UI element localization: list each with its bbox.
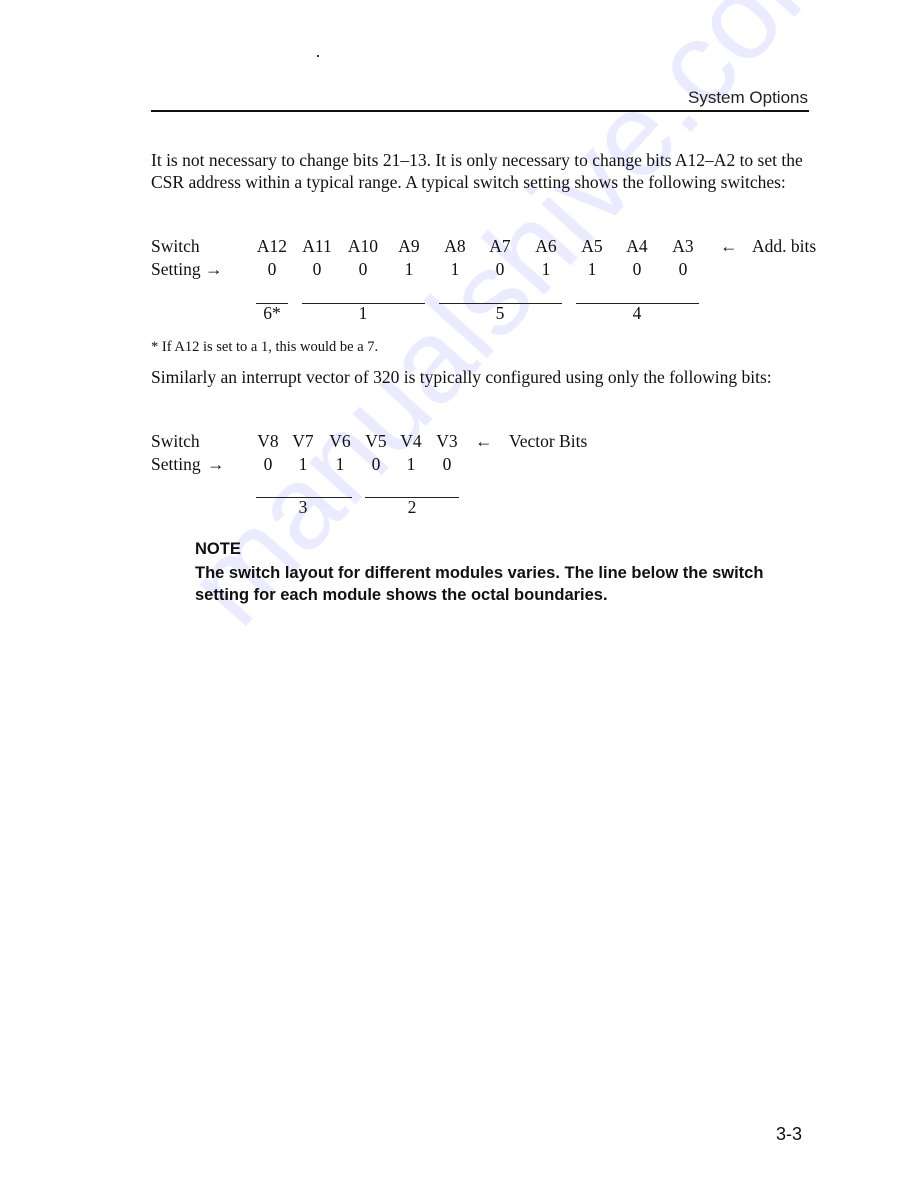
- address-bit-setting: 0: [632, 259, 642, 279]
- address-bit-label: A7: [489, 236, 511, 256]
- vector-bit-setting: 1: [406, 454, 416, 474]
- address-bit-setting: 1: [587, 259, 597, 279]
- address-bit-label: A3: [672, 236, 694, 256]
- vector-bit-label: V4: [400, 431, 422, 451]
- address-bit-label: A6: [535, 236, 557, 256]
- vector-bit-setting: 0: [442, 454, 452, 474]
- vector-bit-setting: 0: [371, 454, 381, 474]
- address-bits-caption: Add. bits: [752, 236, 817, 256]
- octal-digit: 6*: [263, 303, 281, 323]
- vector-bit-setting: 1: [335, 454, 345, 474]
- paragraph-2: Similarly an interrupt vector of 320 is …: [151, 367, 772, 387]
- address-bit-setting: 1: [541, 259, 551, 279]
- address-bit-label: A10: [347, 236, 379, 256]
- running-head-title: System Options: [688, 88, 808, 107]
- right-arrow-icon: →: [207, 454, 225, 474]
- vector-bit-label: V8: [257, 431, 279, 451]
- address-bit-label: A12: [256, 236, 288, 256]
- address-bit-label: A8: [444, 236, 466, 256]
- switch-row-label: Switch: [151, 236, 200, 256]
- vector-bit-label: V6: [329, 431, 351, 451]
- address-bit-setting: 0: [495, 259, 505, 279]
- octal-digit: 2: [407, 497, 417, 517]
- vector-bit-setting: 1: [298, 454, 308, 474]
- address-bit-setting: 1: [404, 259, 414, 279]
- address-bit-label: A4: [626, 236, 648, 256]
- vector-bit-setting: 0: [263, 454, 273, 474]
- octal-digit: 3: [298, 497, 308, 517]
- vector-bits-caption: Vector Bits: [509, 431, 588, 451]
- note-text: The switch layout for different modules …: [195, 564, 764, 604]
- address-bit-setting: 0: [358, 259, 368, 279]
- setting-row-label: Setting: [151, 454, 201, 474]
- header-rule: [151, 110, 809, 112]
- page-number: 3-3: [776, 1124, 803, 1144]
- address-bit-setting: 1: [450, 259, 460, 279]
- footnote: * If A12 is set to a 1, this would be a …: [151, 339, 379, 355]
- octal-digit: 4: [632, 303, 642, 323]
- paragraph-1: It is not necessary to change bits 21–13…: [151, 150, 803, 192]
- setting-row-label: Setting →: [151, 259, 223, 279]
- octal-digit: 5: [495, 303, 505, 323]
- address-bit-label: A9: [398, 236, 420, 256]
- vector-bit-label: V5: [365, 431, 387, 451]
- note-title: NOTE: [195, 540, 241, 558]
- address-bit-label: A11: [302, 236, 332, 256]
- address-bit-setting: 0: [312, 259, 322, 279]
- scan-artifact-dot: [317, 55, 319, 57]
- vector-bit-label: V3: [436, 431, 458, 451]
- switch-row-label: Switch: [151, 431, 200, 451]
- left-arrow-icon: ←: [720, 236, 738, 256]
- left-arrow-icon: ←: [475, 431, 493, 451]
- address-bit-setting: 0: [267, 259, 277, 279]
- octal-digit: 1: [358, 303, 368, 323]
- address-bit-label: A5: [581, 236, 603, 256]
- address-bit-setting: 0: [678, 259, 688, 279]
- vector-bit-label: V7: [292, 431, 314, 451]
